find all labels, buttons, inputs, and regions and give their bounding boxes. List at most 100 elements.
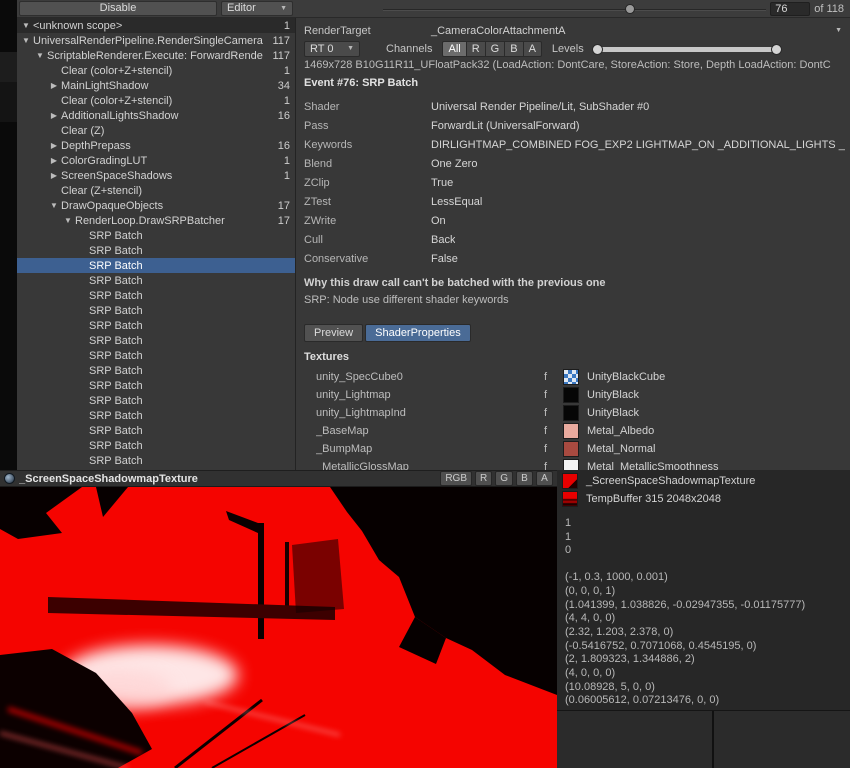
tree-item[interactable]: SRP Batch [17, 243, 295, 258]
tree-item[interactable]: Clear (color+Z+stencil)1 [17, 93, 295, 108]
tree-item[interactable]: SRP Batch [17, 423, 295, 438]
event-slider-track[interactable] [383, 9, 766, 11]
tree-item-label: DrawOpaqueObjects [61, 200, 278, 212]
tree-item-label: SRP Batch [89, 320, 290, 332]
detail-row: ZClipTrue [304, 173, 850, 192]
preview-channel-b[interactable]: B [516, 471, 533, 486]
tree-item[interactable]: SRP Batch [17, 378, 295, 393]
tree-item[interactable]: SRP Batch [17, 303, 295, 318]
tree-item[interactable]: SRP Batch [17, 318, 295, 333]
event-slider[interactable] [383, 1, 766, 17]
foldout-open-icon[interactable]: ▼ [61, 216, 75, 225]
disable-button[interactable]: Disable [19, 1, 217, 16]
channel-button-a[interactable]: A [524, 41, 542, 57]
texture-row[interactable]: _BaseMapfMetal_Albedo [304, 422, 850, 440]
tree-item-label: SRP Batch [89, 425, 290, 437]
render-target-dropdown[interactable]: _CameraColorAttachmentA ▼ [431, 25, 850, 37]
tree-item[interactable]: SRP Batch [17, 348, 295, 363]
property-vector-value: (0.06005612, 0.07213476, 0, 0) [565, 694, 850, 708]
levels-slider[interactable] [592, 41, 782, 57]
tree-item[interactable]: SRP Batch [17, 438, 295, 453]
foldout-closed-icon[interactable]: ▶ [47, 141, 61, 150]
texture-row[interactable]: _BumpMapfMetal_Normal [304, 440, 850, 458]
detail-value: True [431, 177, 453, 189]
texture-name: _MetallicGlossMap [316, 461, 544, 470]
texture-row[interactable]: _MetallicGlossMapfMetal_MetallicSmoothne… [304, 458, 850, 470]
preview-channel-a[interactable]: A [536, 471, 553, 486]
tree-item-label: DepthPrepass [61, 140, 278, 152]
property-vector-value: (4, 4, 0, 0) [565, 612, 850, 626]
texture-row[interactable]: unity_LightmapfUnityBlack [304, 386, 850, 404]
tree-item[interactable]: SRP Batch [17, 363, 295, 378]
foldout-open-icon[interactable]: ▼ [19, 36, 33, 45]
detail-row: ShaderUniversal Render Pipeline/Lit, Sub… [304, 97, 850, 116]
tree-item[interactable]: SRP Batch [17, 453, 295, 468]
tree-item[interactable]: ▼ScriptableRenderer.Execute: ForwardRend… [17, 48, 295, 63]
tree-item[interactable]: ▶ColorGradingLUT1 [17, 153, 295, 168]
tree-item[interactable]: ▼RenderLoop.DrawSRPBatcher17 [17, 213, 295, 228]
texture-row[interactable]: TempBuffer 315 2048x2048 [557, 490, 850, 508]
tree-item[interactable]: SRP Batch [17, 393, 295, 408]
tree-item-label: ScreenSpaceShadows [61, 170, 284, 182]
foldout-closed-icon[interactable]: ▶ [47, 111, 61, 120]
tree-item[interactable]: Clear (Z) [17, 123, 295, 138]
texture-name: _BaseMap [316, 425, 544, 437]
tree-item[interactable]: SRP Batch [17, 333, 295, 348]
detail-row: ConservativeFalse [304, 249, 850, 268]
tree-item[interactable]: Clear (color+Z+stencil)1 [17, 63, 295, 78]
texture-row[interactable]: _ScreenSpaceShadowmapTexture [557, 472, 850, 490]
tree-item[interactable]: ▶AdditionalLightsShadow16 [17, 108, 295, 123]
channel-button-g[interactable]: G [486, 41, 506, 57]
tree-item-count: 16 [278, 140, 295, 152]
detail-value: Universal Render Pipeline/Lit, SubShader… [431, 101, 649, 113]
tree-item[interactable]: ▶ScreenSpaceShadows1 [17, 168, 295, 183]
tree-item-label: SRP Batch [89, 305, 290, 317]
texture-row[interactable]: unity_LightmapIndfUnityBlack [304, 404, 850, 422]
texture-row[interactable]: unity_SpecCube0fUnityBlackCube [304, 368, 850, 386]
texture-name: _BumpMap [316, 443, 544, 455]
foldout-closed-icon[interactable]: ▶ [47, 81, 61, 90]
tab-preview[interactable]: Preview [304, 324, 363, 342]
detail-row: KeywordsDIRLIGHTMAP_COMBINED FOG_EXP2 LI… [304, 135, 850, 154]
event-number-field[interactable]: 76 [770, 2, 810, 16]
tree-item[interactable]: ▼<unknown scope>1 [17, 18, 295, 33]
chevron-down-icon: ▼ [347, 42, 354, 56]
preview-channel-g[interactable]: G [495, 471, 513, 486]
tree-item[interactable]: ▼DrawOpaqueObjects17 [17, 198, 295, 213]
render-target-icon [4, 473, 15, 484]
foldout-open-icon[interactable]: ▼ [47, 201, 61, 210]
tree-item[interactable]: SRP Batch [17, 228, 295, 243]
levels-min-handle[interactable] [592, 44, 603, 55]
tab-shaderproperties[interactable]: ShaderProperties [365, 324, 471, 342]
texture-flag: f [544, 389, 563, 401]
property-float-value: 1 [565, 531, 850, 545]
foldout-open-icon[interactable]: ▼ [33, 51, 47, 60]
channel-button-b[interactable]: B [505, 41, 523, 57]
tree-item[interactable]: SRP Batch [17, 258, 295, 273]
preview-channel-r[interactable]: R [475, 471, 492, 486]
tree-item[interactable]: SRP Batch [17, 408, 295, 423]
detail-label: Conservative [304, 253, 431, 265]
editor-dropdown[interactable]: Editor ▼ [221, 1, 293, 16]
tree-item[interactable]: SRP Batch [17, 273, 295, 288]
tree-item[interactable]: ▶MainLightShadow34 [17, 78, 295, 93]
channel-button-r[interactable]: R [467, 41, 486, 57]
foldout-open-icon[interactable]: ▼ [19, 21, 33, 30]
property-float-value: 1 [565, 517, 850, 531]
property-vector-value: (2.32, 1.203, 2.378, 0) [565, 626, 850, 640]
foldout-closed-icon[interactable]: ▶ [47, 171, 61, 180]
preview-channel-rgb[interactable]: RGB [440, 471, 472, 486]
event-slider-handle[interactable] [625, 4, 635, 14]
tree-item-label: Clear (Z+stencil) [61, 185, 290, 197]
preview-titlebar[interactable]: _ScreenSpaceShadowmapTexture RGBRGBA [0, 470, 557, 487]
rt-index-dropdown[interactable]: RT 0 ▼ [304, 41, 360, 57]
render-target-row: RenderTarget _CameraColorAttachmentA ▼ [304, 22, 850, 39]
levels-max-handle[interactable] [771, 44, 782, 55]
tree-item[interactable]: Clear (Z+stencil) [17, 183, 295, 198]
channel-button-all[interactable]: All [442, 41, 466, 57]
texture-name: unity_SpecCube0 [316, 371, 544, 383]
tree-item[interactable]: SRP Batch [17, 288, 295, 303]
foldout-closed-icon[interactable]: ▶ [47, 156, 61, 165]
tree-item[interactable]: ▶DepthPrepass16 [17, 138, 295, 153]
tree-item[interactable]: ▼UniversalRenderPipeline.RenderSingleCam… [17, 33, 295, 48]
